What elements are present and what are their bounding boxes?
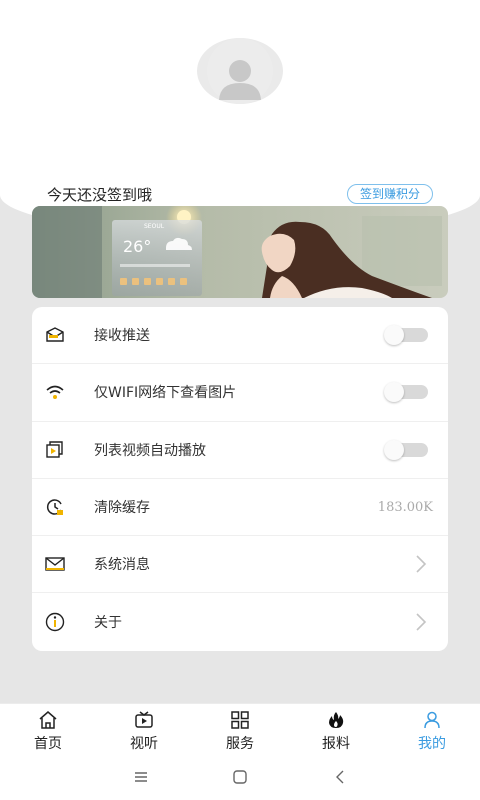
tv-icon <box>134 710 154 730</box>
clock-clear-icon <box>44 496 66 518</box>
tab-report[interactable]: 报料 <box>288 704 384 755</box>
banner-city: SEOUL <box>144 223 165 230</box>
setting-label: 清除缓存 <box>94 500 150 517</box>
toggle-knob <box>384 439 404 460</box>
wifi-images-toggle[interactable] <box>384 382 428 403</box>
video-list-icon <box>44 439 66 461</box>
back-icon[interactable] <box>331 768 351 786</box>
setting-row-autoplay[interactable]: 列表视频自动播放 <box>32 422 448 479</box>
mail-icon <box>44 553 66 575</box>
setting-label: 仅WIFI网络下查看图片 <box>94 385 237 402</box>
default-avatar-icon <box>207 38 273 104</box>
tab-label: 我的 <box>418 736 446 752</box>
settings-card: 接收推送 仅WIFI网络下查看图片 列表视频自动播放 清除缓存 183.00K … <box>32 307 448 651</box>
chevron-right-icon <box>414 612 428 632</box>
tab-label: 报料 <box>322 736 350 752</box>
setting-label: 列表视频自动播放 <box>94 442 206 459</box>
banner-image: SEOUL 26° <box>32 206 448 298</box>
autoplay-toggle[interactable] <box>384 439 428 460</box>
setting-label: 关于 <box>94 615 122 632</box>
user-icon <box>422 710 442 730</box>
tab-label: 视听 <box>130 736 158 752</box>
chevron-right-icon <box>414 554 428 574</box>
setting-row-push[interactable]: 接收推送 <box>32 307 448 365</box>
promo-banner[interactable]: SEOUL 26° <box>32 206 448 298</box>
setting-label: 系统消息 <box>94 557 150 574</box>
setting-row-wifi-images[interactable]: 仅WIFI网络下查看图片 <box>32 364 448 422</box>
tab-mine[interactable]: 我的 <box>384 704 480 755</box>
cache-size: 183.00K <box>377 499 433 515</box>
menu-icon[interactable] <box>131 768 151 786</box>
tab-home[interactable]: 首页 <box>0 704 96 755</box>
envelope-open-icon <box>44 324 66 346</box>
tab-label: 服务 <box>226 736 254 752</box>
info-icon <box>44 611 66 633</box>
setting-row-about[interactable]: 关于 <box>32 593 448 650</box>
toggle-knob <box>384 382 404 403</box>
system-navigation-bar <box>0 755 480 800</box>
setting-row-clear-cache[interactable]: 清除缓存 183.00K <box>32 479 448 537</box>
push-toggle[interactable] <box>384 325 428 346</box>
setting-row-system-messages[interactable]: 系统消息 <box>32 536 448 594</box>
tab-label: 首页 <box>34 736 62 752</box>
tab-services[interactable]: 服务 <box>192 704 288 755</box>
bottom-tab-bar: 首页 视听 服务 报料 我的 <box>0 703 480 755</box>
wifi-icon <box>44 381 66 403</box>
home-button-icon[interactable] <box>230 768 250 786</box>
grid-icon <box>230 710 250 730</box>
tab-video[interactable]: 视听 <box>96 704 192 755</box>
fire-icon <box>326 710 346 730</box>
signin-button[interactable]: 签到赚积分 <box>347 184 433 204</box>
banner-temperature: 26° <box>123 237 151 256</box>
setting-label: 接收推送 <box>94 328 150 345</box>
signin-prompt: 今天还没签到哦 <box>47 186 153 204</box>
avatar[interactable] <box>197 38 283 104</box>
toggle-knob <box>384 325 404 346</box>
home-icon <box>38 710 58 730</box>
